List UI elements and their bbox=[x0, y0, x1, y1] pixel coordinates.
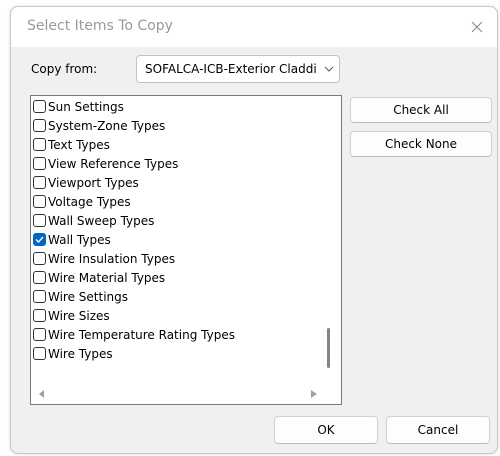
checkbox[interactable] bbox=[33, 214, 46, 227]
list-item[interactable]: Wire Settings bbox=[33, 287, 323, 306]
select-items-dialog: Select Items To Copy Copy from: SOFALCA-… bbox=[10, 6, 498, 454]
list-item[interactable]: Wall Sweep Types bbox=[33, 211, 323, 230]
close-button[interactable] bbox=[463, 13, 491, 41]
list-item[interactable]: Voltage Types bbox=[33, 192, 323, 211]
list-item-label: Viewport Types bbox=[48, 175, 139, 190]
dialog-title: Select Items To Copy bbox=[27, 18, 173, 34]
checkbox[interactable] bbox=[33, 252, 46, 265]
list-item-label: Wire Temperature Rating Types bbox=[48, 327, 235, 342]
checkbox[interactable] bbox=[33, 100, 46, 113]
copy-from-value: SOFALCA-ICB-Exterior Claddi bbox=[145, 62, 317, 76]
list-item-label: Voltage Types bbox=[48, 194, 131, 209]
list-item[interactable]: Wire Material Types bbox=[33, 268, 323, 287]
checkbox[interactable] bbox=[33, 271, 46, 284]
list-item-label: View Reference Types bbox=[48, 156, 179, 171]
list-item-label: Wire Insulation Types bbox=[48, 251, 176, 266]
checkbox[interactable] bbox=[33, 157, 46, 170]
list-item-label: Wall Sweep Types bbox=[48, 213, 155, 228]
check-none-button[interactable]: Check None bbox=[350, 131, 492, 157]
checkbox[interactable] bbox=[33, 290, 46, 303]
list-item-label: Wire Material Types bbox=[48, 270, 166, 285]
chevron-down-icon bbox=[319, 56, 339, 82]
list-item-label: Wire Sizes bbox=[48, 308, 110, 323]
checkmark-icon bbox=[35, 236, 44, 243]
list-item[interactable]: Wire Sizes bbox=[33, 306, 323, 325]
list-item[interactable]: Wire Insulation Types bbox=[33, 249, 323, 268]
list-item-label: Wire Settings bbox=[48, 289, 129, 304]
list-item[interactable]: Wall Types bbox=[33, 230, 323, 249]
vertical-scrollbar-thumb[interactable] bbox=[327, 328, 330, 368]
checkbox[interactable] bbox=[33, 176, 46, 189]
items-list[interactable]: Sun Settings System-Zone Types Text Types V… bbox=[30, 95, 342, 405]
list-item-label: Text Types bbox=[48, 137, 110, 152]
close-icon bbox=[471, 21, 483, 33]
list-item-label: Wire Types bbox=[48, 346, 113, 361]
checkbox[interactable] bbox=[33, 328, 46, 341]
list-item[interactable]: Text Types bbox=[33, 135, 323, 154]
list-item[interactable]: Sun Settings bbox=[33, 97, 323, 116]
copy-from-label: Copy from: bbox=[31, 62, 98, 76]
horizontal-scrollbar[interactable] bbox=[31, 386, 341, 404]
title-bar[interactable]: Select Items To Copy bbox=[11, 7, 497, 47]
check-all-button[interactable]: Check All bbox=[350, 97, 492, 123]
checkbox-checked[interactable] bbox=[33, 233, 46, 246]
items-list-content: Sun Settings System-Zone Types Text Types V… bbox=[33, 97, 323, 363]
list-item-label: Sun Settings bbox=[48, 99, 124, 114]
checkbox[interactable] bbox=[33, 138, 46, 151]
list-item[interactable]: Viewport Types bbox=[33, 173, 323, 192]
copy-from-select[interactable]: SOFALCA-ICB-Exterior Claddi bbox=[136, 55, 340, 83]
list-item-label: Wall Types bbox=[48, 232, 111, 247]
list-item-label: System-Zone Types bbox=[48, 118, 166, 133]
cancel-button[interactable]: Cancel bbox=[386, 416, 490, 444]
list-item[interactable]: System-Zone Types bbox=[33, 116, 323, 135]
list-item[interactable]: Wire Temperature Rating Types bbox=[33, 325, 323, 344]
scroll-right-icon[interactable] bbox=[311, 390, 317, 398]
list-item[interactable]: View Reference Types bbox=[33, 154, 323, 173]
scroll-left-icon[interactable] bbox=[39, 390, 45, 398]
checkbox[interactable] bbox=[33, 195, 46, 208]
list-item[interactable]: Wire Types bbox=[33, 344, 323, 363]
checkbox[interactable] bbox=[33, 119, 46, 132]
checkbox[interactable] bbox=[33, 309, 46, 322]
checkbox[interactable] bbox=[33, 347, 46, 360]
ok-button[interactable]: OK bbox=[274, 416, 378, 444]
